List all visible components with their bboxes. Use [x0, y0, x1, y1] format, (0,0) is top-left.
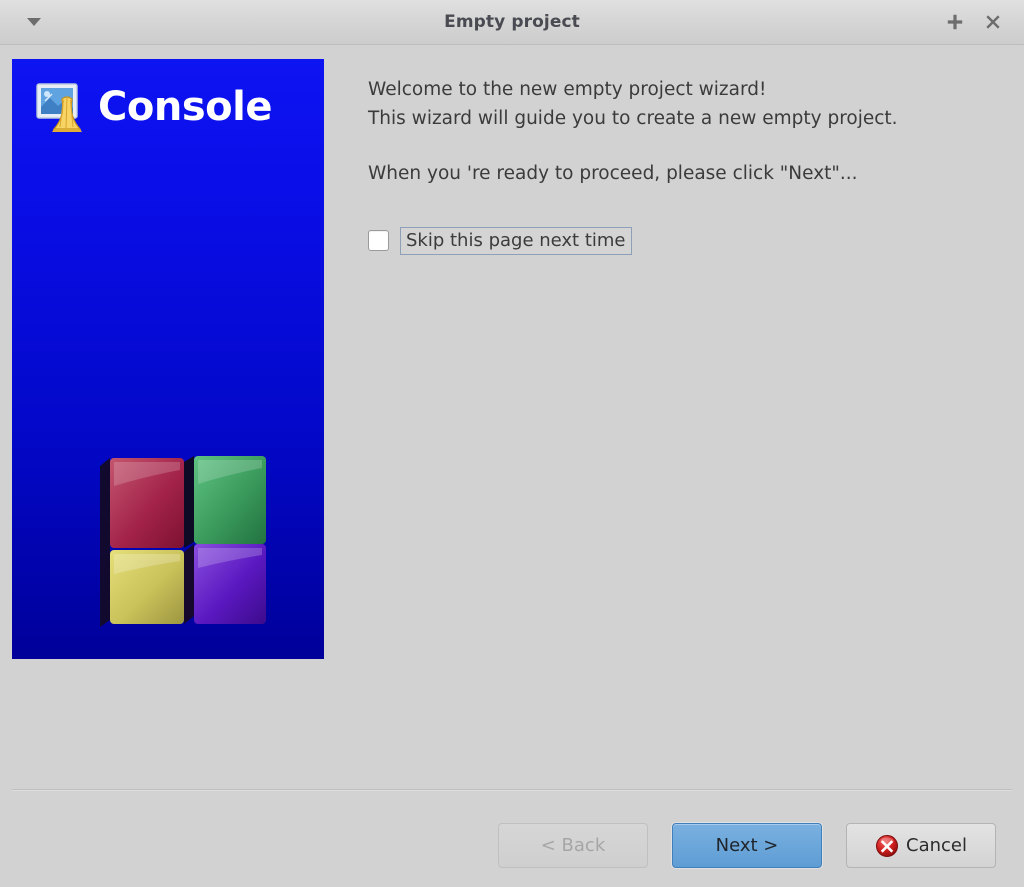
error-circle-icon [875, 834, 899, 858]
text-spacer [368, 133, 994, 159]
four-cubes-logo [80, 444, 280, 639]
window-title: Empty project [444, 12, 580, 32]
back-button[interactable]: < Back [498, 823, 648, 868]
next-button[interactable]: Next > [672, 823, 822, 868]
wizard-text-pane: Welcome to the new empty project wizard!… [368, 75, 994, 255]
titlebar-menu-area[interactable] [0, 18, 64, 26]
chevron-down-icon[interactable] [27, 18, 41, 26]
skip-page-label[interactable]: Skip this page next time [400, 226, 632, 255]
footer-separator [12, 789, 1012, 791]
titlebar: Empty project [0, 0, 1024, 45]
close-icon[interactable] [982, 11, 1004, 33]
welcome-line-1: Welcome to the new empty project wizard! [368, 79, 767, 100]
wizard-footer: < Back Next > Cancel [0, 823, 1024, 868]
welcome-line-3: When you 're ready to proceed, please cl… [368, 163, 858, 185]
banner-header: Console [12, 59, 324, 135]
wizard-content: Console Welcome to the new empty project… [0, 45, 1024, 887]
cancel-button-label: Cancel [906, 835, 967, 856]
plus-icon[interactable] [944, 11, 966, 33]
wizard-banner: Console [12, 59, 324, 659]
cancel-button[interactable]: Cancel [846, 823, 996, 868]
welcome-line-2: This wizard will guide you to create a n… [368, 108, 898, 130]
skip-page-row[interactable]: Skip this page next time [368, 226, 994, 255]
wizard-window: Empty project Console Welcome to the new… [0, 0, 1024, 887]
console-window-icon [32, 79, 88, 135]
skip-page-checkbox[interactable] [368, 230, 389, 252]
titlebar-controls [944, 11, 1024, 33]
banner-logo-text: Console [98, 84, 272, 130]
